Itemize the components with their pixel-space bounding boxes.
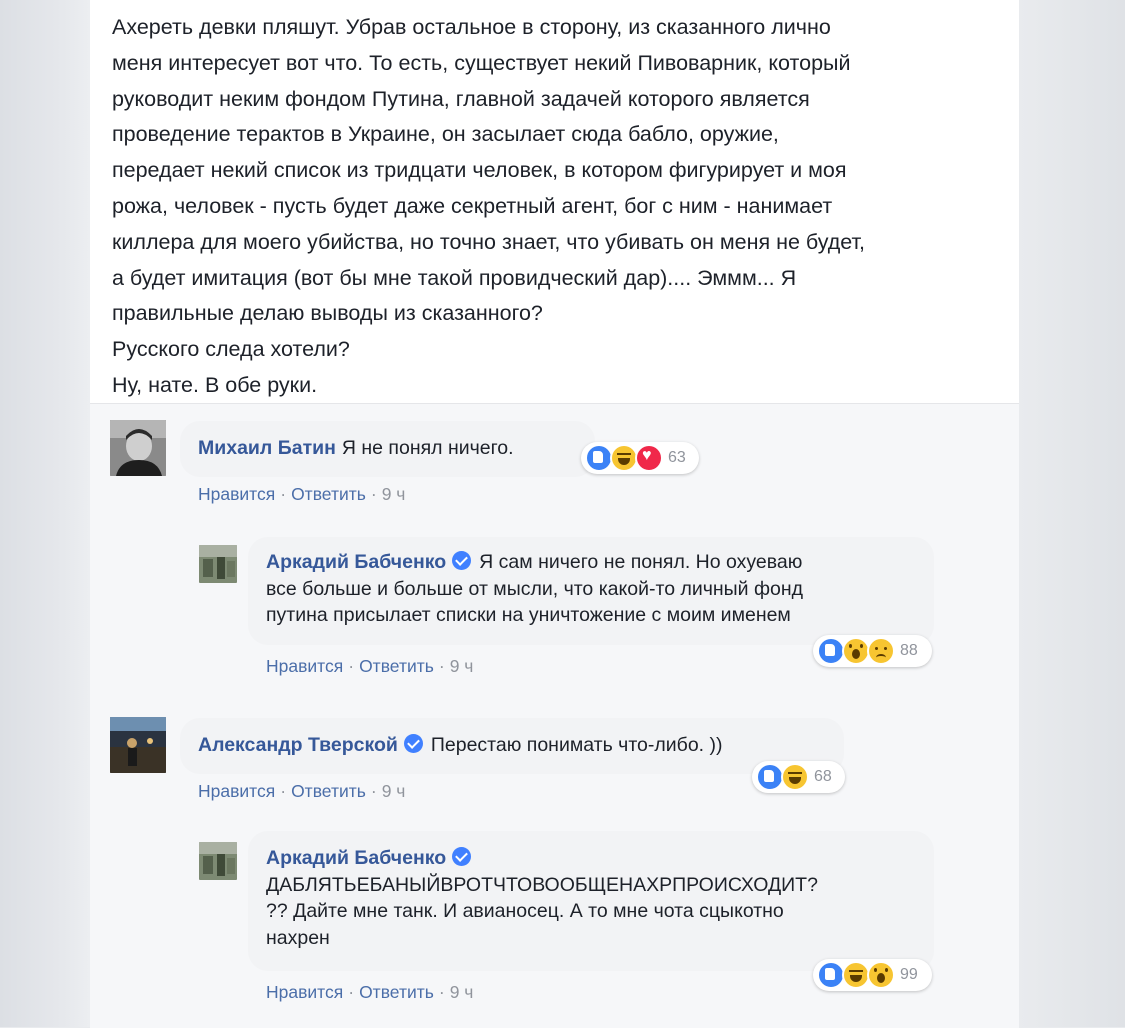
post-text-line: а будет имитация (вот бы мне такой прови… [112,265,797,290]
separator: · [370,781,377,801]
comment-author[interactable]: Аркадий Бабченко [266,551,446,573]
avatar-photo-icon [110,420,166,476]
haha-reaction-icon [781,763,809,791]
avatar[interactable] [110,717,166,773]
like-link[interactable]: Нравится [266,982,343,1002]
comment-text: Я не понял ничего. [341,437,514,459]
avatar-photo-icon [110,717,166,773]
comment-time[interactable]: 9 ч [382,484,406,504]
reaction-count: 99 [900,966,918,983]
comment-actions: Нравится · Ответить · 9 ч [198,484,405,505]
post-text-line: правильные делаю выводы из сказанного? [112,301,543,326]
reply-link[interactable]: Ответить [359,656,434,676]
wow-reaction-icon [842,637,870,665]
haha-reaction-icon [610,444,638,472]
comment-text-line: Я сам ничего не понял. Но охуеваю [479,551,803,573]
comment-text-line: все больше и больше от мысли, что какой-… [266,577,804,600]
reactions-summary[interactable]: 88 [813,635,932,667]
like-reaction-icon [817,961,845,989]
separator: · [348,656,355,676]
comment-time[interactable]: 9 ч [450,656,474,676]
comment-author[interactable]: Александр Тверской [198,734,398,756]
comment-text-line: ДАБЛЯТЬЕБАНЫЙВРОТЧТОВООБЩЕНАХРПРОИСХОДИТ… [266,873,818,896]
post-text-line: киллера для моего убийства, но точно зна… [112,229,865,254]
reply-link[interactable]: Ответить [359,982,434,1002]
like-reaction-icon [585,444,613,472]
verified-badge-icon [403,734,423,753]
avatar-photo-icon [199,842,237,880]
reply-link[interactable]: Ответить [291,484,366,504]
post-body: Ахереть девки пляшут. Убрав остальное в … [90,0,1019,403]
like-reaction-icon [817,637,845,665]
like-reaction-icon [756,763,784,791]
comment-actions: Нравится · Ответить · 9 ч [266,656,473,677]
love-reaction-icon [635,444,663,472]
separator: · [438,656,445,676]
comment-bubble: Аркадий Бабченко ДАБЛЯТЬЕБАНЫЙВРОТЧТОВОО… [248,831,934,971]
separator: · [348,982,355,1002]
avatar[interactable] [110,420,166,476]
reaction-count: 63 [668,449,686,466]
post-text-line: рожа, человек - пусть будет даже секретн… [112,193,833,218]
post-text-line: руководит неким фондом Путина, главной з… [112,86,810,111]
comment-time[interactable]: 9 ч [382,781,406,801]
comment-time[interactable]: 9 ч [450,982,474,1002]
post-text-line: проведение терактов в Украине, он засыла… [112,122,779,147]
reactions-summary[interactable]: 63 [581,442,699,474]
post-text-line: Ну, нате. В обе руки. [112,372,318,397]
comment-author[interactable]: Михаил Батин [198,437,336,459]
comment-actions: Нравится · Ответить · 9 ч [198,781,405,802]
verified-badge-icon [452,551,472,570]
like-link[interactable]: Нравится [198,484,275,504]
separator: · [280,781,287,801]
comment-text-line: путина присылает списки на уничтожение с… [266,604,791,626]
comment-text-line: нахрен [266,926,330,949]
reaction-count: 88 [900,642,918,659]
post-text-line: передает некий список из тридцати челове… [112,158,847,183]
avatar[interactable] [199,545,237,583]
page-margin-right [1019,0,1125,1027]
post-text-line: Ахереть девки пляшут. Убрав остальное в … [112,15,831,39]
comment-bubble: Аркадий Бабченко Я сам ничего не понял. Н… [248,537,934,645]
reactions-summary[interactable]: 68 [752,761,845,793]
avatar[interactable] [199,842,237,880]
comment-text-line: ?? Дайте мне танк. И авианосец. А то мне… [266,900,784,922]
wow-reaction-icon [867,961,895,989]
comment-bubble: Михаил Батин Я не понял ничего. [180,421,595,477]
page-margin-left [0,0,90,1027]
avatar-photo-icon [199,545,237,583]
post-text: Ахереть девки пляшут. Убрав остальное в … [112,10,1007,404]
reactions-summary[interactable]: 99 [813,959,932,991]
comment-bubble: Александр Тверской Перестаю понимать что-… [180,718,844,774]
comment-author[interactable]: Аркадий Бабченко [266,847,446,869]
reaction-count: 68 [814,768,832,785]
verified-badge-icon [452,847,472,866]
haha-reaction-icon [842,961,870,989]
comment-actions: Нравится · Ответить · 9 ч [266,982,473,1003]
sad-reaction-icon [867,637,895,665]
post-text-line: меня интересует вот что. То есть, сущест… [112,50,851,75]
reply-link[interactable]: Ответить [291,781,366,801]
post-text-line: Русского следа хотели? [112,337,350,362]
separator: · [438,982,445,1002]
separator: · [280,484,287,504]
comment-text: Перестаю понимать что-либо. )) [430,734,723,756]
separator: · [370,484,377,504]
like-link[interactable]: Нравится [198,781,275,801]
like-link[interactable]: Нравится [266,656,343,676]
